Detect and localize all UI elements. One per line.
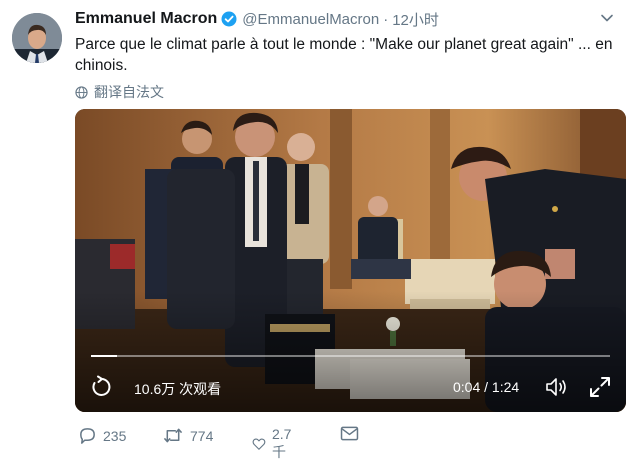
reply-button[interactable]: 235	[78, 426, 126, 445]
video-progress-fill	[91, 355, 117, 357]
like-count: 2.7千	[271, 426, 292, 460]
retweet-button[interactable]: 774	[162, 426, 213, 445]
separator-dot: ·	[383, 10, 389, 28]
verified-badge-icon	[221, 11, 237, 27]
chevron-down-icon[interactable]	[599, 10, 615, 26]
volume-icon[interactable]	[545, 376, 569, 398]
user-handle[interactable]: @EmmanuelMacron	[242, 11, 379, 28]
video-timecode: 0:04 / 1:24	[453, 379, 520, 395]
view-count: 10.6万 次观看	[134, 381, 222, 397]
translate-label: 翻译自法文	[94, 84, 164, 100]
translate-tweet-link[interactable]: 翻译自法文	[75, 82, 164, 102]
like-button[interactable]: 2.7千	[252, 426, 296, 462]
video-player[interactable]: 10.6万 次观看 0:04 / 1:24	[75, 109, 626, 412]
replay-icon[interactable]	[89, 375, 113, 399]
reply-icon	[80, 428, 95, 444]
timestamp[interactable]: 12小时	[392, 9, 439, 30]
video-frame	[75, 109, 626, 412]
retweet-icon	[163, 428, 183, 443]
avatar[interactable]	[12, 13, 62, 63]
globe-icon	[75, 85, 88, 99]
retweet-count: 774	[190, 427, 214, 444]
video-progress-bar[interactable]	[91, 355, 610, 357]
direct-message-button[interactable]	[340, 426, 359, 441]
tweet-header: Emmanuel Macron @EmmanuelMacron · 12小时	[75, 8, 439, 30]
tweet-text: Parce que le climat parle à tout le mond…	[75, 36, 613, 74]
reply-count: 235	[103, 427, 127, 444]
fullscreen-icon[interactable]	[588, 375, 612, 399]
display-name[interactable]: Emmanuel Macron	[75, 10, 217, 28]
envelope-icon	[340, 426, 359, 441]
heart-icon	[252, 438, 266, 450]
